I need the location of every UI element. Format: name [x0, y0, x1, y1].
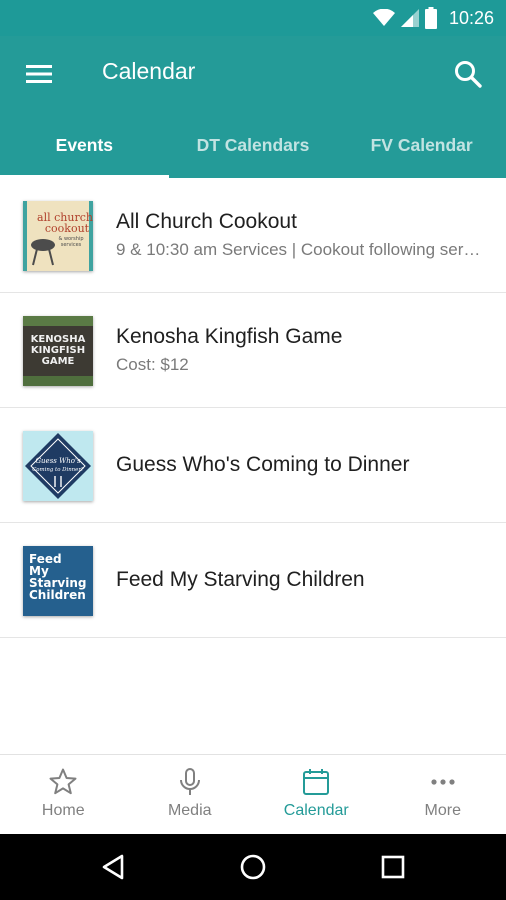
thumb-text: GAME	[42, 356, 75, 367]
event-subtitle: Cost: $12	[116, 355, 189, 374]
event-title: Kenosha Kingfish Game	[116, 325, 343, 348]
event-row-guess-whos-coming-to-dinner[interactable]: Guess Who's Coming to Dinner? Guess Who'…	[0, 408, 506, 523]
nav-more[interactable]: More	[380, 755, 506, 834]
bottom-navigation: Home Media Calendar More	[0, 754, 506, 834]
event-thumbnail: KENOSHA KINGFISH GAME	[23, 316, 93, 386]
event-title: Guess Who's Coming to Dinner	[116, 453, 410, 476]
menu-icon[interactable]	[22, 60, 58, 88]
event-text: Feed My Starving Children	[116, 523, 488, 637]
back-icon[interactable]	[99, 852, 129, 882]
event-thumbnail: Guess Who's Coming to Dinner?	[23, 431, 93, 501]
thumb-text: Children	[29, 588, 86, 602]
fmsc-thumbnail-art: Feed My Starving Children	[23, 546, 93, 616]
event-thumbnail: Feed My Starving Children	[23, 546, 93, 616]
system-navigation-bar	[0, 834, 506, 900]
thumb-text: cookout	[45, 222, 90, 235]
thumb-text: KINGFISH	[31, 345, 85, 356]
wifi-icon	[372, 9, 395, 26]
status-time: 10:26	[448, 7, 494, 28]
nav-label: Media	[167, 802, 212, 819]
thumb-text: KENOSHA	[31, 334, 86, 345]
more-dots-icon	[431, 779, 455, 785]
tab-bar: Events DT Calendars FV Calendar	[0, 112, 506, 178]
event-text: Kenosha Kingfish Game Cost: $12	[116, 293, 488, 407]
tab-label: FV Calendar	[370, 134, 473, 155]
status-icons: 10:26	[372, 6, 494, 30]
tab-fv-calendar[interactable]: FV Calendar	[337, 112, 506, 178]
event-thumbnail: all church cookout & worship services	[23, 201, 93, 271]
nav-label: More	[424, 802, 461, 819]
search-icon[interactable]	[452, 58, 484, 90]
tab-dt-calendars[interactable]: DT Calendars	[169, 112, 338, 178]
page-title: Calendar	[102, 58, 196, 84]
nav-label: Home	[41, 802, 85, 819]
recents-icon[interactable]	[378, 852, 408, 882]
signal-icon	[400, 9, 419, 27]
event-subtitle: 9 & 10:30 am Services | Cookout followin…	[116, 240, 488, 259]
event-row-all-church-cookout[interactable]: all church cookout & worship services Al…	[0, 178, 506, 293]
event-text: All Church Cookout 9 & 10:30 am Services…	[116, 178, 488, 292]
dinner-thumbnail-art: Guess Who's Coming to Dinner?	[23, 431, 93, 501]
event-text: Guess Who's Coming to Dinner	[116, 408, 488, 522]
tab-label: DT Calendars	[196, 134, 310, 155]
event-row-kenosha-kingfish-game[interactable]: KENOSHA KINGFISH GAME Kenosha Kingfish G…	[0, 293, 506, 408]
nav-media[interactable]: Media	[127, 755, 254, 834]
tab-label: Events	[55, 134, 114, 155]
calendar-icon	[303, 769, 330, 795]
nav-calendar[interactable]: Calendar	[253, 755, 380, 834]
kingfish-thumbnail-art: KENOSHA KINGFISH GAME	[23, 316, 93, 386]
star-icon	[49, 768, 77, 795]
cookout-thumbnail-art: all church cookout & worship services	[23, 201, 93, 271]
microphone-icon	[179, 768, 200, 795]
battery-icon	[424, 7, 437, 29]
thumb-text: Guess Who's	[35, 457, 80, 465]
event-row-feed-my-starving-children[interactable]: Feed My Starving Children Feed My Starvi…	[0, 523, 506, 638]
status-bar: 10:26	[0, 0, 506, 36]
thumb-text: services	[61, 242, 82, 248]
home-circle-icon[interactable]	[238, 852, 268, 882]
app-bar: Calendar	[0, 36, 506, 112]
tab-events[interactable]: Events	[0, 112, 169, 178]
nav-home[interactable]: Home	[0, 755, 127, 834]
nav-label: Calendar	[283, 802, 349, 819]
thumb-text: Coming to Dinner?	[32, 467, 84, 473]
event-title: All Church Cookout	[116, 210, 297, 233]
event-list: all church cookout & worship services Al…	[0, 178, 506, 638]
event-title: Feed My Starving Children	[116, 568, 365, 591]
